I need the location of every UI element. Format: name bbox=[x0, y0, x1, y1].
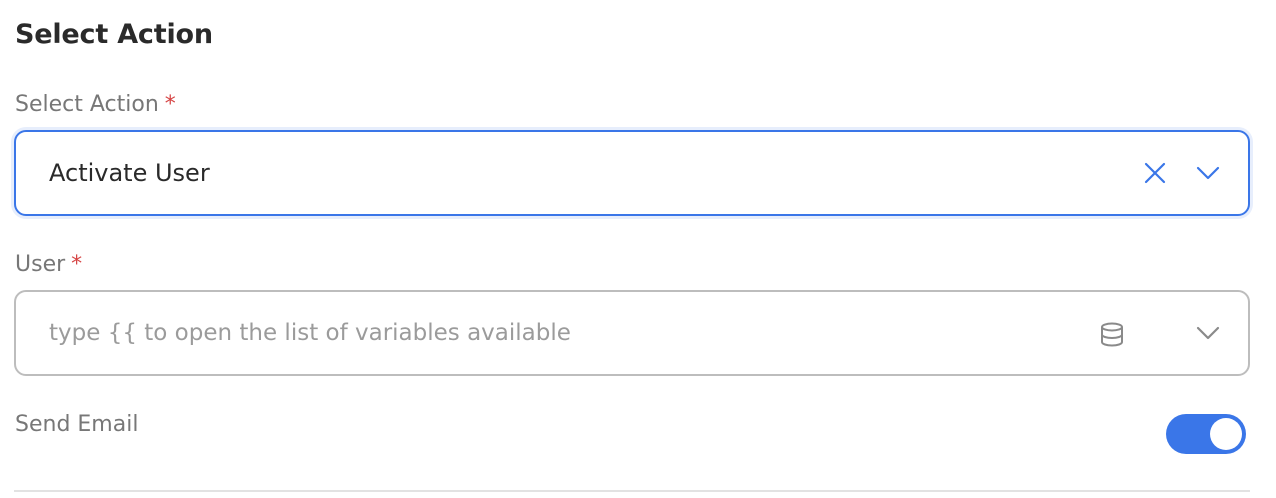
divider bbox=[14, 490, 1250, 492]
select-action-value: Activate User bbox=[49, 159, 210, 187]
user-label-text: User bbox=[15, 252, 66, 277]
select-action-label-text: Select Action bbox=[15, 92, 159, 117]
database-icon[interactable] bbox=[1099, 322, 1125, 348]
toggle-knob bbox=[1210, 418, 1242, 450]
select-action-label: Select Action * bbox=[15, 92, 176, 117]
user-select[interactable]: type {{ to open the list of variables av… bbox=[14, 290, 1250, 376]
close-icon[interactable] bbox=[1144, 162, 1166, 184]
send-email-label: Send Email bbox=[15, 412, 139, 437]
send-email-toggle[interactable] bbox=[1166, 414, 1246, 454]
user-label: User * bbox=[15, 252, 82, 277]
user-placeholder[interactable]: type {{ to open the list of variables av… bbox=[49, 320, 571, 346]
section-title: Select Action bbox=[15, 19, 213, 50]
required-marker: * bbox=[164, 92, 176, 117]
chevron-down-icon[interactable] bbox=[1196, 325, 1220, 341]
select-action-dropdown[interactable]: Activate User bbox=[14, 130, 1250, 216]
required-marker: * bbox=[71, 252, 83, 277]
chevron-down-icon[interactable] bbox=[1196, 165, 1220, 181]
